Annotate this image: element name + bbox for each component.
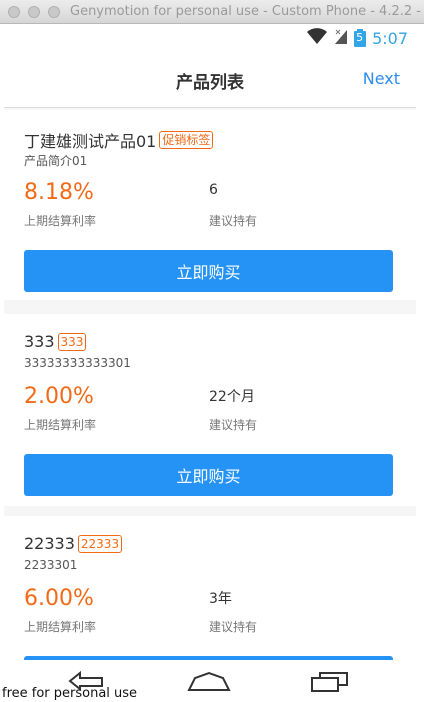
product-term: 3年: [209, 591, 232, 607]
watermark-text: free for personal use: [2, 686, 138, 701]
product-term-label: 建议持有: [209, 214, 258, 228]
product-term-label: 建议持有: [209, 418, 258, 432]
battery-level: 5: [356, 31, 364, 44]
wifi-icon: [306, 27, 328, 49]
product-description: 产品简介01: [24, 154, 88, 168]
phone-screen: 5 5:07 产品列表 Next 丁建雄测试产品01 促销标签 产品简介01 8…: [4, 24, 416, 660]
product-term: 6: [209, 182, 218, 198]
close-window-button[interactable]: [8, 6, 20, 18]
zoom-window-button[interactable]: [48, 6, 60, 18]
buy-now-button[interactable]: 立即购买: [24, 454, 393, 496]
product-card: 22333 22333 2233301 6.00% 上期结算利率 3年 建议持有: [4, 516, 416, 660]
product-term: 22个月: [209, 389, 255, 405]
product-description: 33333333333301: [24, 356, 131, 370]
product-rate-label: 上期结算利率: [24, 214, 97, 228]
product-tag: 333: [57, 332, 87, 351]
product-name: 22333: [24, 534, 75, 553]
product-card: 丁建雄测试产品01 促销标签 产品简介01 8.18% 上期结算利率 6 建议持…: [4, 110, 416, 300]
product-rate-label: 上期结算利率: [24, 620, 97, 634]
product-rate: 6.00%: [24, 586, 94, 611]
product-description: 2233301: [24, 558, 78, 572]
status-bar: 5 5:07: [4, 24, 416, 50]
buy-now-button[interactable]: 立即购买: [24, 250, 393, 292]
product-tag: 促销标签: [159, 131, 214, 149]
signal-icon: [334, 27, 348, 49]
product-tag: 22333: [77, 534, 123, 553]
window-title: Genymotion for personal use - Custom Pho…: [70, 4, 424, 19]
minimize-window-button[interactable]: [28, 6, 40, 18]
next-button[interactable]: Next: [363, 69, 400, 88]
window-titlebar: Genymotion for personal use - Custom Pho…: [0, 0, 424, 24]
home-icon[interactable]: [186, 670, 232, 696]
battery-icon: 5: [354, 29, 367, 47]
product-term-label: 建议持有: [209, 620, 258, 634]
desktop-edge: [416, 24, 424, 702]
product-rate: 8.18%: [24, 180, 94, 205]
product-rate-label: 上期结算利率: [24, 418, 97, 432]
product-card: 333 333 33333333333301 2.00% 上期结算利率 22个月…: [4, 314, 416, 506]
product-name: 丁建雄测试产品01: [24, 132, 157, 151]
page-title: 产品列表: [176, 73, 244, 93]
product-name: 333: [24, 332, 55, 351]
clock: 5:07: [372, 28, 408, 48]
product-rate: 2.00%: [24, 384, 94, 409]
recent-apps-icon[interactable]: [310, 670, 350, 696]
app-header: 产品列表 Next: [4, 50, 416, 108]
